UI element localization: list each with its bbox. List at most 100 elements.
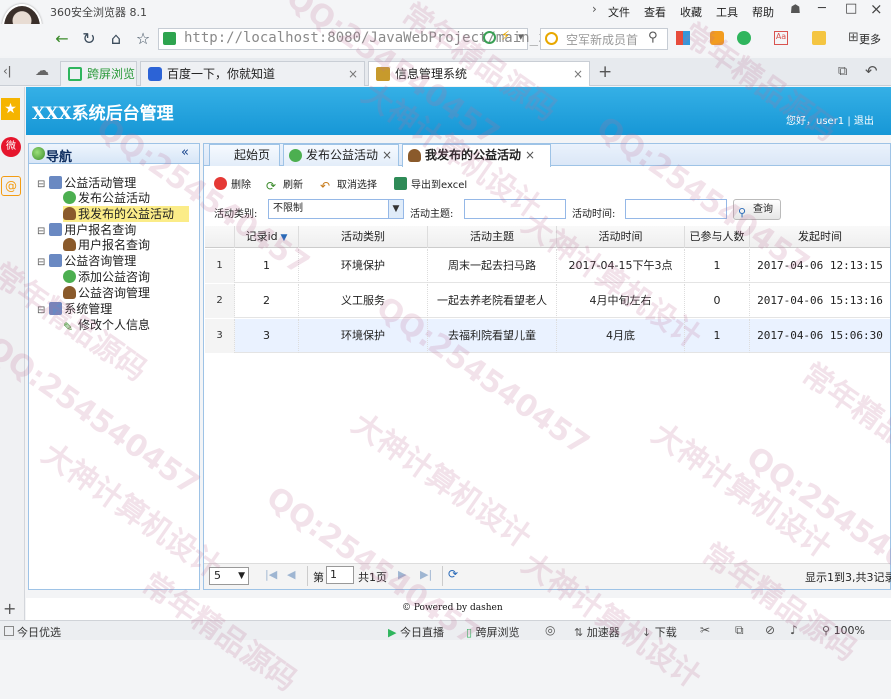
- undo-icon: ↶: [320, 179, 331, 193]
- tree-item-edit-profile[interactable]: ✎ 修改个人信息: [63, 317, 150, 334]
- header-created[interactable]: 发起时间: [750, 226, 890, 248]
- search-engine-icon[interactable]: [545, 32, 558, 45]
- translate-icon[interactable]: Aa: [774, 31, 788, 45]
- notes-icon[interactable]: [812, 31, 826, 45]
- cell-category: 环境保护: [299, 319, 428, 353]
- next-page-icon[interactable]: ▶: [398, 568, 406, 581]
- menu-help[interactable]: 帮助: [752, 4, 774, 20]
- header-topic[interactable]: 活动主题: [428, 226, 557, 248]
- network-icon[interactable]: ◎: [545, 623, 555, 637]
- status-accelerator[interactable]: ⇅ 加速器: [574, 624, 620, 640]
- user-greeting[interactable]: 您好，user1 | 退出: [786, 112, 874, 127]
- pager-refresh-icon[interactable]: ⟳: [448, 567, 458, 581]
- status-daily-picks[interactable]: 今日优选: [4, 624, 61, 640]
- zoom-level[interactable]: ⚲ 100%: [822, 624, 865, 637]
- tree-node-system-mgmt[interactable]: ⊟ 系统管理: [37, 301, 112, 317]
- topic-input[interactable]: [464, 199, 566, 219]
- new-tab-icon[interactable]: +: [598, 62, 612, 82]
- close-tab-icon[interactable]: ×: [573, 62, 583, 86]
- export-excel-button[interactable]: 导出到excel: [394, 176, 467, 191]
- volume-icon[interactable]: ♪: [790, 623, 798, 637]
- status-crossscreen[interactable]: ▯ 跨屏浏览: [466, 624, 520, 640]
- header-category[interactable]: 活动类别: [299, 226, 428, 248]
- tab-home[interactable]: 起始页: [209, 144, 280, 166]
- header-participants[interactable]: 已参与人数: [685, 226, 750, 248]
- more-button[interactable]: 更多: [859, 31, 881, 47]
- header-time[interactable]: 活动时间: [557, 226, 685, 248]
- close-tab-icon[interactable]: ×: [525, 148, 535, 162]
- page-size-select[interactable]: 5 ▼: [209, 567, 249, 585]
- tree-item-publish-activity[interactable]: 发布公益活动: [63, 190, 150, 206]
- add-icon[interactable]: +: [3, 599, 16, 618]
- prev-page-icon[interactable]: ◀: [287, 568, 295, 581]
- nav-collapse-button[interactable]: «: [181, 145, 189, 160]
- menu-file[interactable]: 文件: [608, 4, 630, 20]
- status-download[interactable]: ↓ 下载: [642, 624, 677, 640]
- status-live[interactable]: ▶ 今日直播: [388, 624, 444, 640]
- tab-scroll-left-icon[interactable]: ‹ǀ: [3, 64, 11, 78]
- apps-icon[interactable]: [676, 31, 690, 45]
- email-icon[interactable]: @: [1, 176, 21, 196]
- tree-node-consult-mgmt[interactable]: ⊟ 公益咨询管理: [37, 253, 136, 269]
- weibo-icon[interactable]: 微: [1, 137, 21, 157]
- delete-button[interactable]: 删除: [214, 176, 251, 191]
- favorites-star-icon[interactable]: ★: [1, 98, 20, 120]
- header-id[interactable]: 记录id ▼: [235, 226, 299, 248]
- skin-icon[interactable]: ☗: [790, 2, 806, 18]
- cancel-select-button[interactable]: ↶ 取消选择: [320, 176, 377, 193]
- shield-icon[interactable]: [737, 31, 751, 45]
- tree-node-signup-query[interactable]: ⊟ 用户报名查询: [37, 222, 136, 238]
- compat-mode-icon[interactable]: [483, 31, 496, 44]
- tree-item-signup-query[interactable]: 用户报名查询: [63, 237, 150, 253]
- chevron-down-icon[interactable]: ▼: [388, 200, 403, 218]
- back-icon[interactable]: ←: [52, 29, 72, 49]
- table-row[interactable]: 3 3 环境保护 去福利院看望儿童 4月底 1 2017-04-06 15:06…: [205, 319, 890, 353]
- tab-publish-activity[interactable]: 发布公益活动 ×: [283, 144, 399, 166]
- tree-item-my-activities[interactable]: 我发布的公益活动: [63, 206, 189, 222]
- undo-close-icon[interactable]: ↶: [865, 62, 878, 80]
- browser-tab-infosys[interactable]: 信息管理系统 ×: [368, 61, 590, 86]
- tree-item-consult-mgmt[interactable]: 公益咨询管理: [63, 285, 150, 301]
- menu-tools[interactable]: 工具: [716, 4, 738, 20]
- menu-favorites[interactable]: 收藏: [680, 4, 702, 20]
- tree-node-activity-mgmt[interactable]: ⊟ 公益活动管理: [37, 175, 136, 191]
- dropdown-icon[interactable]: ▾: [518, 30, 524, 43]
- extension-icon[interactable]: [710, 31, 724, 45]
- reload-icon[interactable]: ↻: [79, 29, 99, 49]
- home-icon[interactable]: ⌂: [106, 29, 126, 49]
- query-button[interactable]: ⚲ 查询: [733, 199, 781, 220]
- tools-icon[interactable]: ✂: [700, 623, 710, 637]
- minimize-icon[interactable]: ─: [818, 1, 826, 16]
- table-row[interactable]: 2 2 义工服务 一起去养老院看望老人 4月中旬左右 0 2017-04-06 …: [205, 284, 890, 318]
- zoom-icon: ⚲: [822, 624, 834, 637]
- search-input[interactable]: 空军新成员首: [566, 31, 638, 48]
- favorite-star-icon[interactable]: ☆: [133, 29, 153, 49]
- browser-tab-crossscreen[interactable]: 跨屏浏览: [60, 61, 137, 86]
- tab-list-icon[interactable]: ⧉: [838, 64, 847, 79]
- chevron-right-icon[interactable]: ›: [592, 2, 597, 16]
- page-number-input[interactable]: 1: [326, 566, 354, 584]
- time-input[interactable]: [625, 199, 727, 219]
- last-page-icon[interactable]: ▶|: [420, 568, 432, 581]
- window-icon[interactable]: ⧉: [735, 623, 744, 638]
- refresh-button[interactable]: ⟳ 刷新: [266, 176, 303, 193]
- grid-icon[interactable]: ⊞: [848, 30, 859, 45]
- close-tab-icon[interactable]: ×: [382, 148, 392, 162]
- search-icon[interactable]: ⚲: [648, 30, 658, 45]
- category-select[interactable]: 不限制: [268, 199, 404, 219]
- maximize-icon[interactable]: □: [845, 1, 857, 16]
- menu-view[interactable]: 查看: [644, 4, 666, 20]
- close-window-icon[interactable]: ×: [870, 0, 883, 18]
- table-row[interactable]: 1 1 环境保护 周末一起去扫马路 2017-04-15下午3点 1 2017-…: [205, 249, 890, 283]
- tree-item-add-consult[interactable]: 添加公益咨询: [63, 269, 150, 285]
- browser-tab-baidu[interactable]: 百度一下，你就知道 ×: [140, 61, 365, 86]
- lightning-icon[interactable]: ⚡: [501, 29, 510, 44]
- first-page-icon[interactable]: |◀: [265, 568, 277, 581]
- topic-label: 活动主题:: [410, 209, 454, 220]
- close-tab-icon[interactable]: ×: [348, 62, 358, 86]
- tab-my-activities[interactable]: 我发布的公益活动 ×: [402, 144, 551, 167]
- clean-icon[interactable]: ⊘: [765, 623, 775, 637]
- add-circle-icon: [63, 270, 76, 283]
- cloud-icon[interactable]: ☁: [35, 63, 49, 79]
- cell-participants: 1: [685, 319, 750, 353]
